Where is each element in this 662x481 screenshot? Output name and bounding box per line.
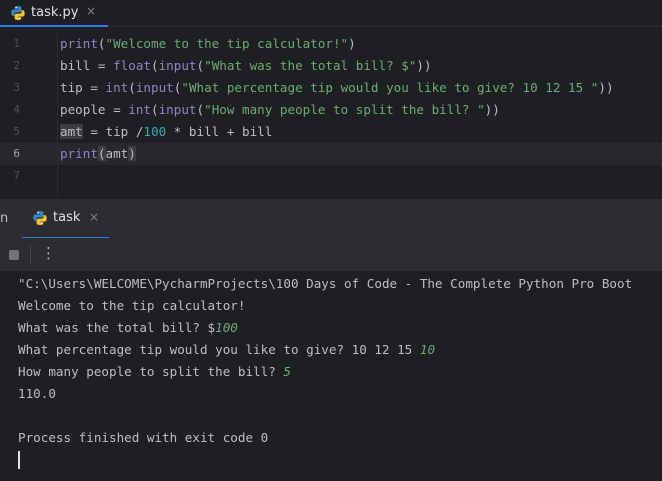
code-line[interactable]: 4 people = int(input("How many people to … — [0, 99, 662, 121]
python-icon — [33, 211, 47, 225]
code-line[interactable]: 5 amt = tip /100 * bill + bill — [0, 121, 662, 143]
code-token: * bill + bill — [166, 124, 273, 139]
console-output[interactable]: "C:\Users\WELCOME\PycharmProjects\100 Da… — [0, 272, 662, 481]
console-user-input: 5 — [283, 364, 291, 379]
code-token: )) — [416, 58, 432, 73]
code-token: "What was the total bill? $" — [204, 58, 417, 73]
line-number: 7 — [13, 169, 20, 182]
line-number: 2 — [13, 59, 20, 72]
code-token: ( — [97, 36, 106, 51]
code-token: input — [158, 58, 197, 73]
code-line[interactable]: 2 bill = float(input("What was the total … — [0, 55, 662, 77]
console-line: 110.0 — [18, 386, 56, 401]
console-text: What percentage tip would you like to gi… — [18, 342, 420, 357]
line-number: 5 — [13, 125, 20, 138]
code-token: float — [113, 58, 151, 73]
code-token: ( — [151, 58, 159, 73]
python-icon — [11, 6, 25, 20]
run-tool-window-header: n task × — [0, 198, 662, 239]
run-tab-label: task — [53, 210, 81, 225]
stop-icon[interactable] — [9, 250, 19, 260]
line-number: 3 — [13, 81, 20, 94]
code-token: amt — [60, 124, 83, 139]
code-token: 100 — [143, 124, 167, 139]
console-line: What was the total bill? $100 — [18, 320, 238, 335]
code-token: "What percentage tip would you like to g… — [181, 80, 599, 95]
code-token: tip = — [60, 80, 106, 95]
code-token: ( — [196, 102, 205, 117]
code-token: "How many people to split the bill? " — [204, 102, 485, 117]
code-text: amt = tip /100 * bill + bill — [60, 123, 272, 141]
code-line[interactable]: 3 tip = int(input("What percentage tip wo… — [0, 77, 662, 99]
console-user-input: 100 — [215, 320, 238, 335]
code-text: print(amt) — [60, 145, 136, 163]
toolbar-divider — [30, 246, 31, 264]
code-text: tip = int(input("What percentage tip wou… — [60, 79, 614, 97]
editor-tab-task-py[interactable]: task.py × — [0, 0, 108, 27]
console-line: Welcome to the tip calculator! — [18, 298, 245, 313]
code-token: = tip / — [82, 124, 144, 139]
code-token: people = — [60, 102, 129, 117]
code-token: input — [158, 102, 197, 117]
code-token: ( — [196, 58, 205, 73]
close-icon[interactable]: × — [86, 4, 96, 18]
code-token: int — [128, 102, 151, 117]
console-line: What percentage tip would you like to gi… — [18, 342, 435, 357]
code-token: ) — [348, 36, 356, 51]
code-token: ) — [128, 146, 136, 161]
code-token: print — [60, 146, 98, 161]
line-number: 4 — [13, 103, 20, 116]
code-editor[interactable]: 1 print("Welcome to the tip calculator!")… — [0, 33, 662, 197]
run-tab-previous[interactable]: n — [0, 211, 8, 226]
console-line: "C:\Users\WELCOME\PycharmProjects\100 Da… — [18, 276, 632, 291]
close-icon[interactable]: × — [89, 210, 99, 224]
console-line: How many people to split the bill? 5 — [18, 364, 291, 379]
code-line[interactable]: 1 print("Welcome to the tip calculator!") — [0, 33, 662, 55]
console-text: How many people to split the bill? — [18, 364, 284, 379]
code-token: bill = — [60, 58, 114, 73]
more-options-icon[interactable]: ⋮ — [41, 244, 56, 264]
code-token: input — [135, 80, 174, 95]
console-text: 110.0 — [18, 386, 56, 401]
console-text: Process finished with exit code 0 — [18, 430, 269, 445]
text-caret — [18, 451, 20, 469]
console-line: Process finished with exit code 0 — [18, 430, 268, 445]
code-text: people = int(input("How many people to s… — [60, 101, 500, 119]
console-text: "C:\Users\WELCOME\PycharmProjects\100 Da… — [18, 276, 633, 291]
code-token: int — [105, 80, 129, 95]
code-text: print("Welcome to the tip calculator!") — [60, 35, 356, 53]
code-text: bill = float(input("What was the total b… — [60, 57, 432, 75]
editor-tab-bar: task.py × — [0, 0, 662, 27]
code-token: ( — [128, 80, 136, 95]
code-token: ( — [151, 102, 159, 117]
code-token: ( — [97, 146, 106, 161]
code-token: print — [60, 36, 98, 51]
code-token: )) — [598, 80, 614, 95]
run-tab-task[interactable]: task × — [22, 199, 109, 239]
editor-tab-label: task.py — [31, 5, 79, 20]
run-toolbar: ⋮ — [0, 238, 662, 272]
code-line[interactable]: 6 print(amt) — [0, 143, 662, 165]
console-user-input: 10 — [419, 342, 436, 357]
console-text: Welcome to the tip calculator! — [18, 298, 246, 313]
line-number: 1 — [13, 37, 20, 50]
code-line[interactable]: 7 — [0, 165, 662, 187]
code-token: "Welcome to the tip calculator!" — [105, 36, 349, 51]
code-token: amt — [105, 146, 129, 161]
code-token: )) — [484, 102, 500, 117]
console-text: What was the total bill? $ — [18, 320, 216, 335]
line-number: 6 — [13, 147, 20, 160]
gutter-divider — [57, 33, 58, 197]
